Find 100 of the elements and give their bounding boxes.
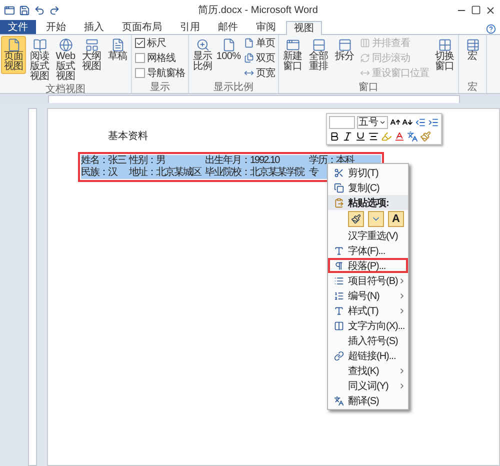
document-icon xyxy=(110,38,124,52)
table-cell: 民族：汉 xyxy=(80,167,117,179)
outdent-icon[interactable] xyxy=(415,117,426,128)
font-icon xyxy=(334,246,344,256)
ribbon-tab[interactable]: 审阅 xyxy=(248,20,284,34)
menu-item[interactable]: 文字方向(X)... xyxy=(328,318,408,333)
redo-icon[interactable] xyxy=(49,4,60,16)
save-icon[interactable] xyxy=(19,4,30,16)
windows-icon xyxy=(438,38,452,52)
menu-item[interactable]: 超链接(H)... xyxy=(328,348,408,363)
new-window-icon xyxy=(286,38,300,52)
font-size-dropdown[interactable]: 五号 xyxy=(356,116,388,129)
menu-item[interactable]: 样式(T) xyxy=(328,303,408,318)
ribbon-button[interactable]: 宏 xyxy=(460,36,485,64)
bold-icon[interactable] xyxy=(329,131,340,142)
menu-item[interactable]: 剪切(T) xyxy=(328,165,408,180)
ribbon-button[interactable]: 切换窗口 xyxy=(432,36,457,74)
checkbox[interactable] xyxy=(135,68,145,78)
indent-icon[interactable] xyxy=(428,117,440,128)
macro-icon xyxy=(466,38,480,52)
ribbon-tab[interactable]: 引用 xyxy=(172,20,208,34)
underline-icon[interactable] xyxy=(355,131,366,142)
menu-item[interactable]: 字体(F)... xyxy=(328,243,408,258)
caret-icon xyxy=(378,119,386,126)
scissors-icon xyxy=(334,168,344,178)
checkbox[interactable] xyxy=(135,38,145,48)
align-center-icon[interactable] xyxy=(368,131,379,142)
ribbon-button[interactable]: 100% xyxy=(216,36,241,64)
menu-item[interactable]: 编号(N) xyxy=(328,288,408,303)
checkbox-label: 网格线 xyxy=(147,52,176,65)
zoom-icon xyxy=(196,38,210,52)
checkbox-label: 导航窗格 xyxy=(147,66,185,80)
close-icon[interactable] xyxy=(485,4,496,16)
group-label: 显示 xyxy=(150,82,170,93)
translate-icon xyxy=(334,396,344,406)
maximize-icon[interactable] xyxy=(471,5,481,15)
styles-icon xyxy=(334,306,344,316)
file-tab[interactable]: 文件 xyxy=(0,20,36,34)
globe-icon xyxy=(58,38,72,52)
ribbon-button[interactable]: 大纲视图 xyxy=(79,36,104,74)
menu-item[interactable]: 查找(K) xyxy=(328,363,408,378)
sync-icon xyxy=(360,52,370,63)
paragraph-icon xyxy=(334,260,344,270)
link-icon xyxy=(334,350,344,360)
menu-item[interactable]: 翻译(S) xyxy=(328,393,408,408)
help-icon[interactable] xyxy=(486,24,496,34)
ribbon-button[interactable]: 新建窗口 xyxy=(280,36,305,74)
clipboard-icon xyxy=(334,198,344,208)
document-heading: 基本资料 xyxy=(108,130,148,143)
table-cell: 毕业院校：北京某某学院 xyxy=(204,167,304,179)
ribbon-tab[interactable]: 插入 xyxy=(76,20,112,34)
page-icon xyxy=(6,38,20,52)
menu-item[interactable]: 汉字重选(V) xyxy=(328,228,408,243)
menu-item[interactable]: 段落(P)... xyxy=(328,258,408,273)
table-cell-text: 性别：男 xyxy=(128,155,165,166)
menu-item[interactable]: 插入符号(S) xyxy=(328,333,408,348)
menu-item[interactable]: 同义词(Y) xyxy=(328,378,408,393)
ribbon-button[interactable]: 显示比例 xyxy=(190,36,215,74)
arrange-icon xyxy=(312,38,326,52)
ribbon-button[interactable]: 拆分 xyxy=(332,36,357,64)
ribbon-small-button[interactable]: 双页 xyxy=(244,50,275,65)
copy-icon xyxy=(334,182,344,192)
menu-item[interactable]: 项目符号(B) xyxy=(328,273,408,288)
page-icon xyxy=(222,38,236,52)
pages-icon xyxy=(244,52,254,63)
numbering-icon xyxy=(334,290,344,300)
ribbon-button[interactable]: Web 版式视图 xyxy=(53,36,78,84)
table-cell: 地址：北京某城区 xyxy=(128,167,201,179)
split-icon xyxy=(338,38,352,52)
ribbon-button[interactable]: 全部重排 xyxy=(306,36,331,74)
table-cell-text: 姓名：张三 xyxy=(80,155,126,166)
font-name-field[interactable] xyxy=(329,116,355,129)
group-label: 文档视图 xyxy=(46,84,86,95)
outline-icon xyxy=(84,38,98,52)
menu-item[interactable]: 复制(C) xyxy=(328,180,408,195)
keep-formatting-button[interactable] xyxy=(348,211,364,227)
page-icon xyxy=(244,38,254,48)
shrink-font-icon[interactable] xyxy=(402,117,414,128)
table-cell-text: 出生年月：1992.10 xyxy=(204,155,280,166)
ribbon-small-button[interactable]: 页宽 xyxy=(244,66,275,80)
book-icon xyxy=(32,38,46,52)
ribbon-button[interactable]: 阅读版式视图 xyxy=(27,36,52,84)
ribbon-button[interactable]: 页面视图 xyxy=(1,36,26,74)
ribbon-tab[interactable]: 邮件 xyxy=(210,20,246,34)
ribbon-tab[interactable]: 页面布局 xyxy=(114,20,170,34)
checkbox-label: 标尺 xyxy=(147,36,166,50)
italic-icon[interactable] xyxy=(342,131,353,142)
ribbon-tab[interactable]: 视图 xyxy=(286,21,322,35)
undo-icon[interactable] xyxy=(34,4,45,16)
text-direction-icon xyxy=(334,320,344,330)
checkbox[interactable] xyxy=(135,52,145,63)
ribbon-small-button[interactable]: 单页 xyxy=(244,36,275,50)
ribbon-button[interactable]: 草稿 xyxy=(105,36,130,64)
keep-text-button[interactable]: A xyxy=(388,211,404,227)
group-label: 显示比例 xyxy=(214,82,254,93)
ribbon-tab[interactable]: 开始 xyxy=(38,20,74,34)
format-painter-icon[interactable] xyxy=(420,131,431,142)
window-title: 简历.docx - Microsoft Word xyxy=(197,4,319,17)
font-color-icon[interactable] xyxy=(394,131,405,142)
side-by-side-icon xyxy=(360,38,370,48)
